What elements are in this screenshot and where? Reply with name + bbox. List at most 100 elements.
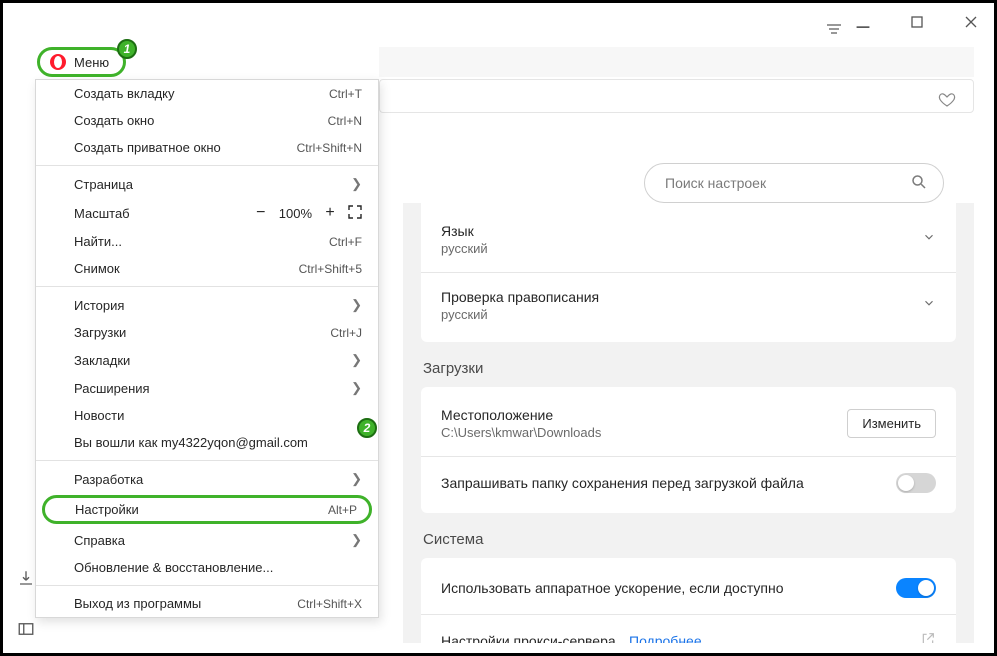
menu-item-label: Закладки bbox=[74, 353, 130, 368]
menu-button-label: Меню bbox=[74, 55, 109, 70]
spellcheck-value: русский bbox=[441, 307, 599, 322]
close-button[interactable] bbox=[958, 9, 984, 35]
tab-strip bbox=[379, 47, 974, 77]
minimize-button[interactable] bbox=[850, 9, 876, 35]
chevron-down-icon bbox=[922, 296, 936, 315]
menu-item-label: Настройки bbox=[75, 502, 139, 517]
menu-shortcut: Ctrl+Shift+5 bbox=[299, 262, 362, 276]
hardware-accel-row[interactable]: Использовать аппаратное ускорение, если … bbox=[441, 572, 936, 604]
download-location-label: Местоположение bbox=[441, 407, 601, 423]
menu-item-extensions[interactable]: Расширения ❯ bbox=[36, 374, 378, 402]
main-menu: Создать вкладку Ctrl+T Создать окно Ctrl… bbox=[35, 79, 379, 618]
chevron-right-icon: ❯ bbox=[351, 471, 362, 487]
annotation-badge-2: 2 bbox=[357, 418, 377, 438]
menu-item-label: Создать окно bbox=[74, 113, 154, 128]
window-controls bbox=[850, 9, 984, 35]
language-card: Язык русский Проверка правописания русск… bbox=[421, 203, 956, 342]
chevron-right-icon: ❯ bbox=[351, 352, 362, 368]
menu-item-label: Выход из программы bbox=[74, 596, 201, 611]
annotation-badge-1: 1 bbox=[117, 39, 137, 59]
proxy-row[interactable]: Настройки прокси-сервера Подробнее... bbox=[441, 625, 936, 643]
system-section-title: Система bbox=[423, 531, 974, 548]
download-location-value: C:\Users\kmwar\Downloads bbox=[441, 425, 601, 440]
proxy-label: Настройки прокси-сервера bbox=[441, 633, 616, 644]
system-card: Использовать аппаратное ускорение, если … bbox=[421, 558, 956, 643]
spellcheck-label: Проверка правописания bbox=[441, 289, 599, 305]
menu-item-history[interactable]: История ❯ bbox=[36, 291, 378, 319]
menu-shortcut: Ctrl+N bbox=[328, 114, 362, 128]
chevron-down-icon bbox=[922, 230, 936, 249]
sidebar-toggle-icon[interactable] bbox=[17, 620, 35, 643]
language-row[interactable]: Язык русский bbox=[441, 217, 936, 262]
menu-item-exit[interactable]: Выход из программы Ctrl+Shift+X bbox=[36, 590, 378, 617]
downloads-section-title: Загрузки bbox=[423, 360, 974, 377]
menu-button[interactable]: Меню bbox=[37, 47, 126, 77]
menu-item-label: Обновление & восстановление... bbox=[74, 560, 273, 575]
menu-item-new-private[interactable]: Создать приватное окно Ctrl+Shift+N bbox=[36, 134, 378, 161]
menu-item-label: Вы вошли как my4322yqon@gmail.com bbox=[74, 435, 308, 450]
ask-folder-row[interactable]: Запрашивать папку сохранения перед загру… bbox=[441, 467, 936, 499]
menu-item-account[interactable]: Вы вошли как my4322yqon@gmail.com bbox=[36, 429, 378, 456]
menu-item-label: Разработка bbox=[74, 472, 143, 487]
settings-panel: Язык русский Проверка правописания русск… bbox=[403, 203, 974, 643]
language-value: русский bbox=[441, 241, 488, 256]
menu-item-bookmarks[interactable]: Закладки ❯ bbox=[36, 346, 378, 374]
hardware-accel-label: Использовать аппаратное ускорение, если … bbox=[441, 580, 783, 596]
menu-item-find[interactable]: Найти... Ctrl+F bbox=[36, 228, 378, 255]
menu-item-label: Масштаб bbox=[74, 206, 130, 221]
zoom-value: 100% bbox=[279, 206, 312, 221]
menu-item-label: Создать приватное окно bbox=[74, 140, 221, 155]
menu-item-label: Страница bbox=[74, 177, 133, 192]
toolbar-stack-icon[interactable] bbox=[825, 23, 843, 42]
menu-item-page[interactable]: Страница ❯ bbox=[36, 170, 378, 198]
menu-item-new-window[interactable]: Создать окно Ctrl+N bbox=[36, 107, 378, 134]
zoom-in-button[interactable]: + bbox=[322, 204, 338, 222]
menu-item-label: Расширения bbox=[74, 381, 150, 396]
search-icon bbox=[910, 173, 928, 196]
menu-item-label: Найти... bbox=[74, 234, 122, 249]
menu-item-zoom[interactable]: Масштаб − 100% + bbox=[36, 198, 378, 228]
download-icon[interactable] bbox=[17, 569, 35, 592]
downloads-card: Местоположение C:\Users\kmwar\Downloads … bbox=[421, 387, 956, 513]
menu-item-label: Справка bbox=[74, 533, 125, 548]
menu-shortcut: Alt+P bbox=[328, 503, 357, 517]
menu-item-label: Снимок bbox=[74, 261, 120, 276]
ask-folder-label: Запрашивать папку сохранения перед загру… bbox=[441, 475, 804, 491]
menu-shortcut: Ctrl+Shift+N bbox=[297, 141, 362, 155]
spellcheck-row[interactable]: Проверка правописания русский bbox=[441, 283, 936, 328]
address-bar[interactable] bbox=[379, 79, 974, 113]
menu-shortcut: Ctrl+Shift+X bbox=[297, 597, 362, 611]
language-label: Язык bbox=[441, 223, 488, 239]
maximize-button[interactable] bbox=[904, 9, 930, 35]
menu-item-snapshot[interactable]: Снимок Ctrl+Shift+5 bbox=[36, 255, 378, 282]
opera-logo-icon bbox=[50, 54, 66, 70]
menu-item-new-tab[interactable]: Создать вкладку Ctrl+T bbox=[36, 80, 378, 107]
chevron-right-icon: ❯ bbox=[351, 380, 362, 396]
fullscreen-icon[interactable] bbox=[348, 205, 362, 222]
ask-folder-toggle[interactable] bbox=[896, 473, 936, 493]
menu-item-news[interactable]: Новости bbox=[36, 402, 378, 429]
menu-item-settings[interactable]: Настройки Alt+P bbox=[42, 495, 372, 524]
menu-item-label: Загрузки bbox=[74, 325, 126, 340]
menu-item-label: История bbox=[74, 298, 124, 313]
menu-item-label: Новости bbox=[74, 408, 124, 423]
chevron-right-icon: ❯ bbox=[351, 297, 362, 313]
zoom-out-button[interactable]: − bbox=[253, 204, 269, 222]
menu-item-update[interactable]: Обновление & восстановление... bbox=[36, 554, 378, 581]
menu-item-downloads[interactable]: Загрузки Ctrl+J bbox=[36, 319, 378, 346]
heart-icon[interactable] bbox=[938, 91, 956, 114]
menu-item-develop[interactable]: Разработка ❯ bbox=[36, 465, 378, 493]
menu-item-help[interactable]: Справка ❯ bbox=[36, 526, 378, 554]
proxy-more-link[interactable]: Подробнее... bbox=[629, 633, 713, 644]
change-button[interactable]: Изменить bbox=[847, 409, 936, 438]
menu-shortcut: Ctrl+F bbox=[329, 235, 362, 249]
external-link-icon bbox=[920, 631, 936, 643]
sidebar-bottom-icons bbox=[17, 569, 35, 643]
chevron-right-icon: ❯ bbox=[351, 532, 362, 548]
menu-shortcut: Ctrl+J bbox=[330, 326, 362, 340]
hardware-accel-toggle[interactable] bbox=[896, 578, 936, 598]
download-location-row: Местоположение C:\Users\kmwar\Downloads … bbox=[441, 401, 936, 446]
menu-item-label: Создать вкладку bbox=[74, 86, 175, 101]
search-input[interactable] bbox=[644, 163, 944, 203]
menu-shortcut: Ctrl+T bbox=[329, 87, 362, 101]
